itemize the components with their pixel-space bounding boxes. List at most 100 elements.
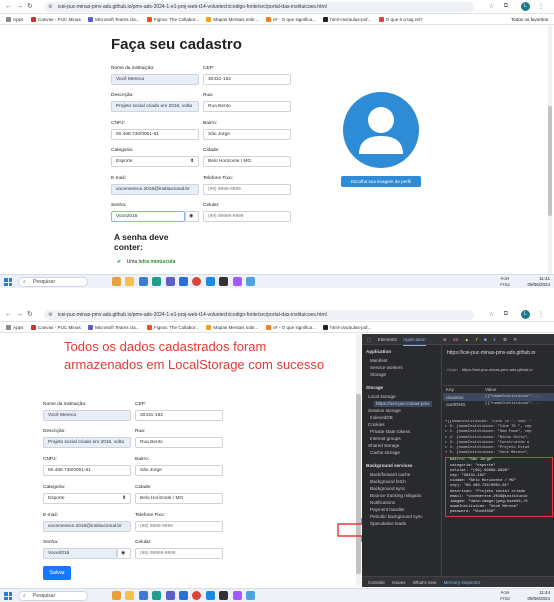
app-icon-terminal[interactable] [219, 591, 229, 600]
tab-elements[interactable]: Elements [378, 334, 397, 345]
sidebar-background-sync[interactable]: Background sync [370, 486, 405, 492]
app-icon-mail[interactable] [178, 277, 188, 286]
app-icon-teams[interactable] [165, 591, 175, 600]
sidebar-bounce-tracking[interactable]: Bounce tracking mitigatio [370, 493, 421, 499]
bookmark-csharp[interactable]: c# - O que significa... [265, 14, 316, 25]
sidebar-local-storage[interactable]: Local storage [368, 394, 396, 400]
clock[interactable]: 11:41 09/06/2024 [527, 276, 550, 287]
cep-input[interactable]: 30431-182 [203, 74, 291, 85]
taskbar-search[interactable]: ⌕ Pesquisar [18, 277, 88, 287]
app-icon-chrome[interactable] [192, 591, 202, 600]
sidebar-cache-storage[interactable]: Cache storage [370, 450, 400, 456]
reload-icon[interactable]: ↻ [27, 3, 33, 11]
sidebar-session-storage[interactable]: Session storage [368, 408, 401, 414]
sidebar-background-fetch[interactable]: Background fetch [370, 479, 406, 485]
drawer-tab-console[interactable]: Console [368, 577, 385, 587]
windows-start-icon[interactable] [4, 592, 12, 600]
neighborhood-input[interactable]: São Jorge [135, 465, 223, 476]
institution-name-input[interactable]: Você Mereca [111, 74, 199, 85]
sidebar-payment-handler[interactable]: Payment handler [370, 507, 405, 513]
bookmark-github[interactable]: html-css/aulas-pof... [323, 322, 371, 333]
sidebar-local-origin[interactable]: https://icei-puc-minas-pmv [374, 401, 432, 407]
app-icon-widgets[interactable] [112, 277, 121, 286]
drawer-tab-whats-new[interactable]: What's new [413, 577, 437, 587]
extensions-icon[interactable]: ⧉ [504, 311, 508, 318]
clock[interactable]: 11:44 09/06/2024 [527, 590, 550, 601]
value-column-header[interactable]: Value [485, 387, 496, 392]
app-icon-store[interactable] [138, 591, 148, 600]
app-icon-chrome[interactable] [192, 277, 202, 286]
bookmark-tag-rel[interactable]: O que é a tag rel? [378, 14, 423, 25]
neighborhood-input[interactable]: São Jorge [203, 129, 291, 140]
sidebar-interest-groups[interactable]: Interest groups [370, 436, 401, 442]
star-icon[interactable]: ☆ [489, 3, 494, 10]
sidebar-shared-storage[interactable]: Shared storage [368, 443, 399, 449]
bookmark-apps[interactable]: Apps [6, 322, 23, 333]
forward-icon[interactable]: → [16, 3, 23, 11]
drawer-tab-issues[interactable]: Issues [392, 577, 405, 587]
city-input[interactable]: Belo Horizonte / MG [135, 493, 223, 504]
cellphone-input[interactable]: (99) 99999-9999 [135, 548, 223, 559]
street-input[interactable]: Rua Bento [203, 101, 291, 112]
password-input[interactable]: Voce2016 [111, 211, 185, 222]
show-password-button[interactable]: ◉ [117, 548, 131, 559]
devtools-inspect-icon[interactable]: ⬚ [367, 334, 371, 345]
bookmark-mapas[interactable]: Mapas Mentais sobr... [206, 322, 258, 333]
landline-input[interactable]: (99) 9999-9999 [203, 184, 291, 195]
app-icon-photos[interactable] [245, 591, 255, 600]
all-favorites[interactable]: Todos os favoritos [511, 14, 548, 25]
choose-photo-button[interactable]: Escolha sua imagem de perfil [341, 176, 421, 187]
site-info-icon[interactable]: ⚙ [48, 310, 52, 320]
sidebar-notifications[interactable]: Notifications [370, 500, 395, 506]
landline-input[interactable]: (99) 9999-9999 [135, 521, 223, 532]
email-input[interactable]: vocemerece.2016@institucional.br [43, 521, 131, 532]
language-indicator[interactable]: POR PTB2 [500, 276, 510, 287]
back-icon[interactable]: ← [5, 3, 12, 11]
app-icon-vscode[interactable] [205, 591, 215, 600]
sidebar-cookies[interactable]: Cookies [368, 422, 385, 428]
app-icon-figma[interactable] [232, 591, 242, 600]
app-icon-edge[interactable] [152, 277, 162, 286]
cnpj-input[interactable]: 80.468.736/0001-61 [111, 129, 199, 140]
url-field[interactable]: ⚙ icei-puc-minas-pmv-ads.github.io/pmv-a… [44, 2, 474, 12]
category-select[interactable]: Esporte ⬍ [111, 156, 199, 167]
app-icon-terminal[interactable] [219, 277, 229, 286]
cellphone-input[interactable]: (99) 99999-9999 [203, 211, 291, 222]
page-scrollbar[interactable] [548, 26, 552, 274]
extensions-icon[interactable]: ⧉ [504, 3, 508, 10]
app-icon-widgets[interactable] [112, 591, 121, 600]
profile-avatar[interactable]: L [521, 2, 530, 11]
city-input[interactable]: Belo Horizonte / MG [203, 156, 291, 167]
url-field-2[interactable]: ⚙ icei-puc-minas-pmv-ads.github.io/pmv-a… [44, 310, 474, 320]
menu-icon[interactable]: ⋮ [538, 311, 544, 318]
bookmark-teams[interactable]: Microsoft Teams cla... [88, 322, 140, 333]
menu-icon[interactable]: ⋮ [538, 3, 544, 10]
profile-avatar-2[interactable]: L [521, 310, 530, 319]
cep-input[interactable]: 30431-182 [135, 410, 223, 421]
sidebar-speculative-loads[interactable]: Speculative loads [370, 521, 406, 527]
bookmark-canvas[interactable]: Canvas - PUC Minas [30, 14, 81, 25]
save-button[interactable]: Salvar [43, 566, 71, 580]
key-column-header[interactable]: Key [446, 387, 454, 392]
app-icon-file-explorer[interactable] [125, 591, 135, 600]
institution-name-input[interactable]: Você Mereca [43, 410, 131, 421]
email-input[interactable]: vocemerece.2016@institucional.br [111, 184, 199, 195]
description-input[interactable]: Projeto social criado em 2016, volta [111, 101, 199, 112]
drawer-tab-memory-inspector[interactable]: Memory inspector [444, 577, 481, 587]
settings-gear-icon[interactable]: ⚙ [503, 334, 507, 345]
bookmark-figma[interactable]: Figma: The Collabor... [146, 14, 199, 25]
password-input[interactable]: Voce2016 [43, 548, 117, 559]
sidebar-service-workers[interactable]: Service workers [370, 365, 403, 371]
app-icon-edge[interactable] [152, 591, 162, 600]
bookmark-csharp[interactable]: c# - O que significa... [265, 322, 316, 333]
app-icon-teams[interactable] [165, 277, 175, 286]
street-input[interactable]: Rua Bento [135, 437, 223, 448]
show-password-button[interactable]: ◉ [185, 211, 199, 222]
sidebar-back-forward-cache[interactable]: Back/forward cache [370, 472, 410, 478]
site-info-icon[interactable]: ⚙ [48, 2, 52, 12]
language-indicator[interactable]: POR PTB2 [500, 590, 510, 601]
bookmark-canvas[interactable]: Canvas - PUC Minas [30, 322, 81, 333]
app-icon-figma[interactable] [232, 277, 242, 286]
app-icon-file-explorer[interactable] [125, 277, 135, 286]
sidebar-periodic-sync[interactable]: Periodic background sync [370, 514, 423, 520]
